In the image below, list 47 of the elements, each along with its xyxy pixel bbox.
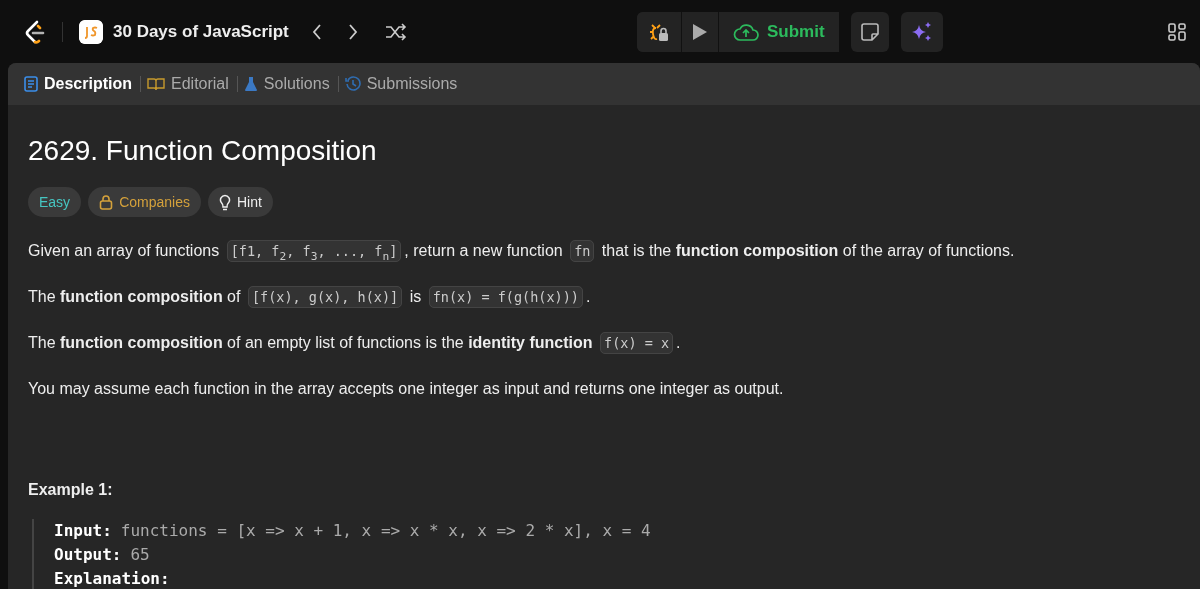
panel-tab[interactable]: Description xyxy=(24,75,138,93)
panel-tab[interactable]: Submissions xyxy=(344,75,464,93)
play-icon xyxy=(692,22,708,41)
inline-code: [f1, f$_{2}$, f$_{3}$, ..., f$_{n}$] xyxy=(226,240,402,262)
example-value: functions = [x => x + 1, x => x * x, x => 2 * x], x = 4 xyxy=(120,520,651,542)
submit-button[interactable]: Submit xyxy=(718,11,839,52)
lock-icon xyxy=(99,194,114,210)
example-heading: Example 1: xyxy=(28,481,114,499)
previous-icon[interactable] xyxy=(310,22,323,41)
paragraph-text: , return a new function xyxy=(404,242,563,259)
inline-code: fn(x) = f(g(h(x))) xyxy=(428,286,583,308)
lightbulb-icon xyxy=(218,193,231,211)
flask-icon xyxy=(243,76,258,92)
inline-code: f(x) = x xyxy=(600,332,674,354)
logo-icon[interactable] xyxy=(24,19,46,44)
shuffle-icon[interactable] xyxy=(384,22,407,41)
paragraph-text: Given an array of functions xyxy=(28,242,220,259)
course-logo-icon xyxy=(79,19,103,44)
history-icon xyxy=(344,76,361,92)
paragraph-text: . xyxy=(676,334,681,351)
difficulty-label: Easy xyxy=(28,187,82,217)
paragraph-text: that is the function composition of the array of functions. xyxy=(601,242,1015,259)
example-label: Input: xyxy=(54,520,112,542)
paragraph-text: You may assume each function in the array accepts one integer as input and returns one integer as output. xyxy=(28,380,784,397)
paragraph-text: is xyxy=(409,288,422,305)
example-label: Explanation: xyxy=(54,568,170,589)
layout-icon[interactable] xyxy=(1168,22,1186,41)
example-value: 65 xyxy=(130,544,150,566)
note-button[interactable] xyxy=(850,11,889,52)
paragraph-text: The function composition of an empty list of functions is the identity function xyxy=(28,334,593,351)
course-title[interactable]: 30 Days of JavaScript xyxy=(113,21,289,42)
cloud-upload-icon xyxy=(733,21,759,42)
inline-code: fn xyxy=(570,240,595,262)
problem-title: 2629. Function Composition xyxy=(28,135,378,167)
book-icon xyxy=(147,77,165,91)
companies-button[interactable]: Companies xyxy=(88,187,201,217)
example-label: Output: xyxy=(54,544,122,566)
paragraph-text: The function composition of xyxy=(28,288,241,305)
panel-tab[interactable]: Solutions xyxy=(243,75,336,93)
ai-button[interactable] xyxy=(900,11,943,52)
panel-tab[interactable]: Editorial xyxy=(147,75,235,93)
next-icon[interactable] xyxy=(346,22,359,41)
inline-code: [f(x), g(x), h(x)] xyxy=(247,286,403,308)
hint-button[interactable]: Hint xyxy=(207,187,273,217)
note-icon xyxy=(860,22,879,41)
paragraph-text: . xyxy=(586,288,591,305)
document-icon xyxy=(24,76,38,92)
